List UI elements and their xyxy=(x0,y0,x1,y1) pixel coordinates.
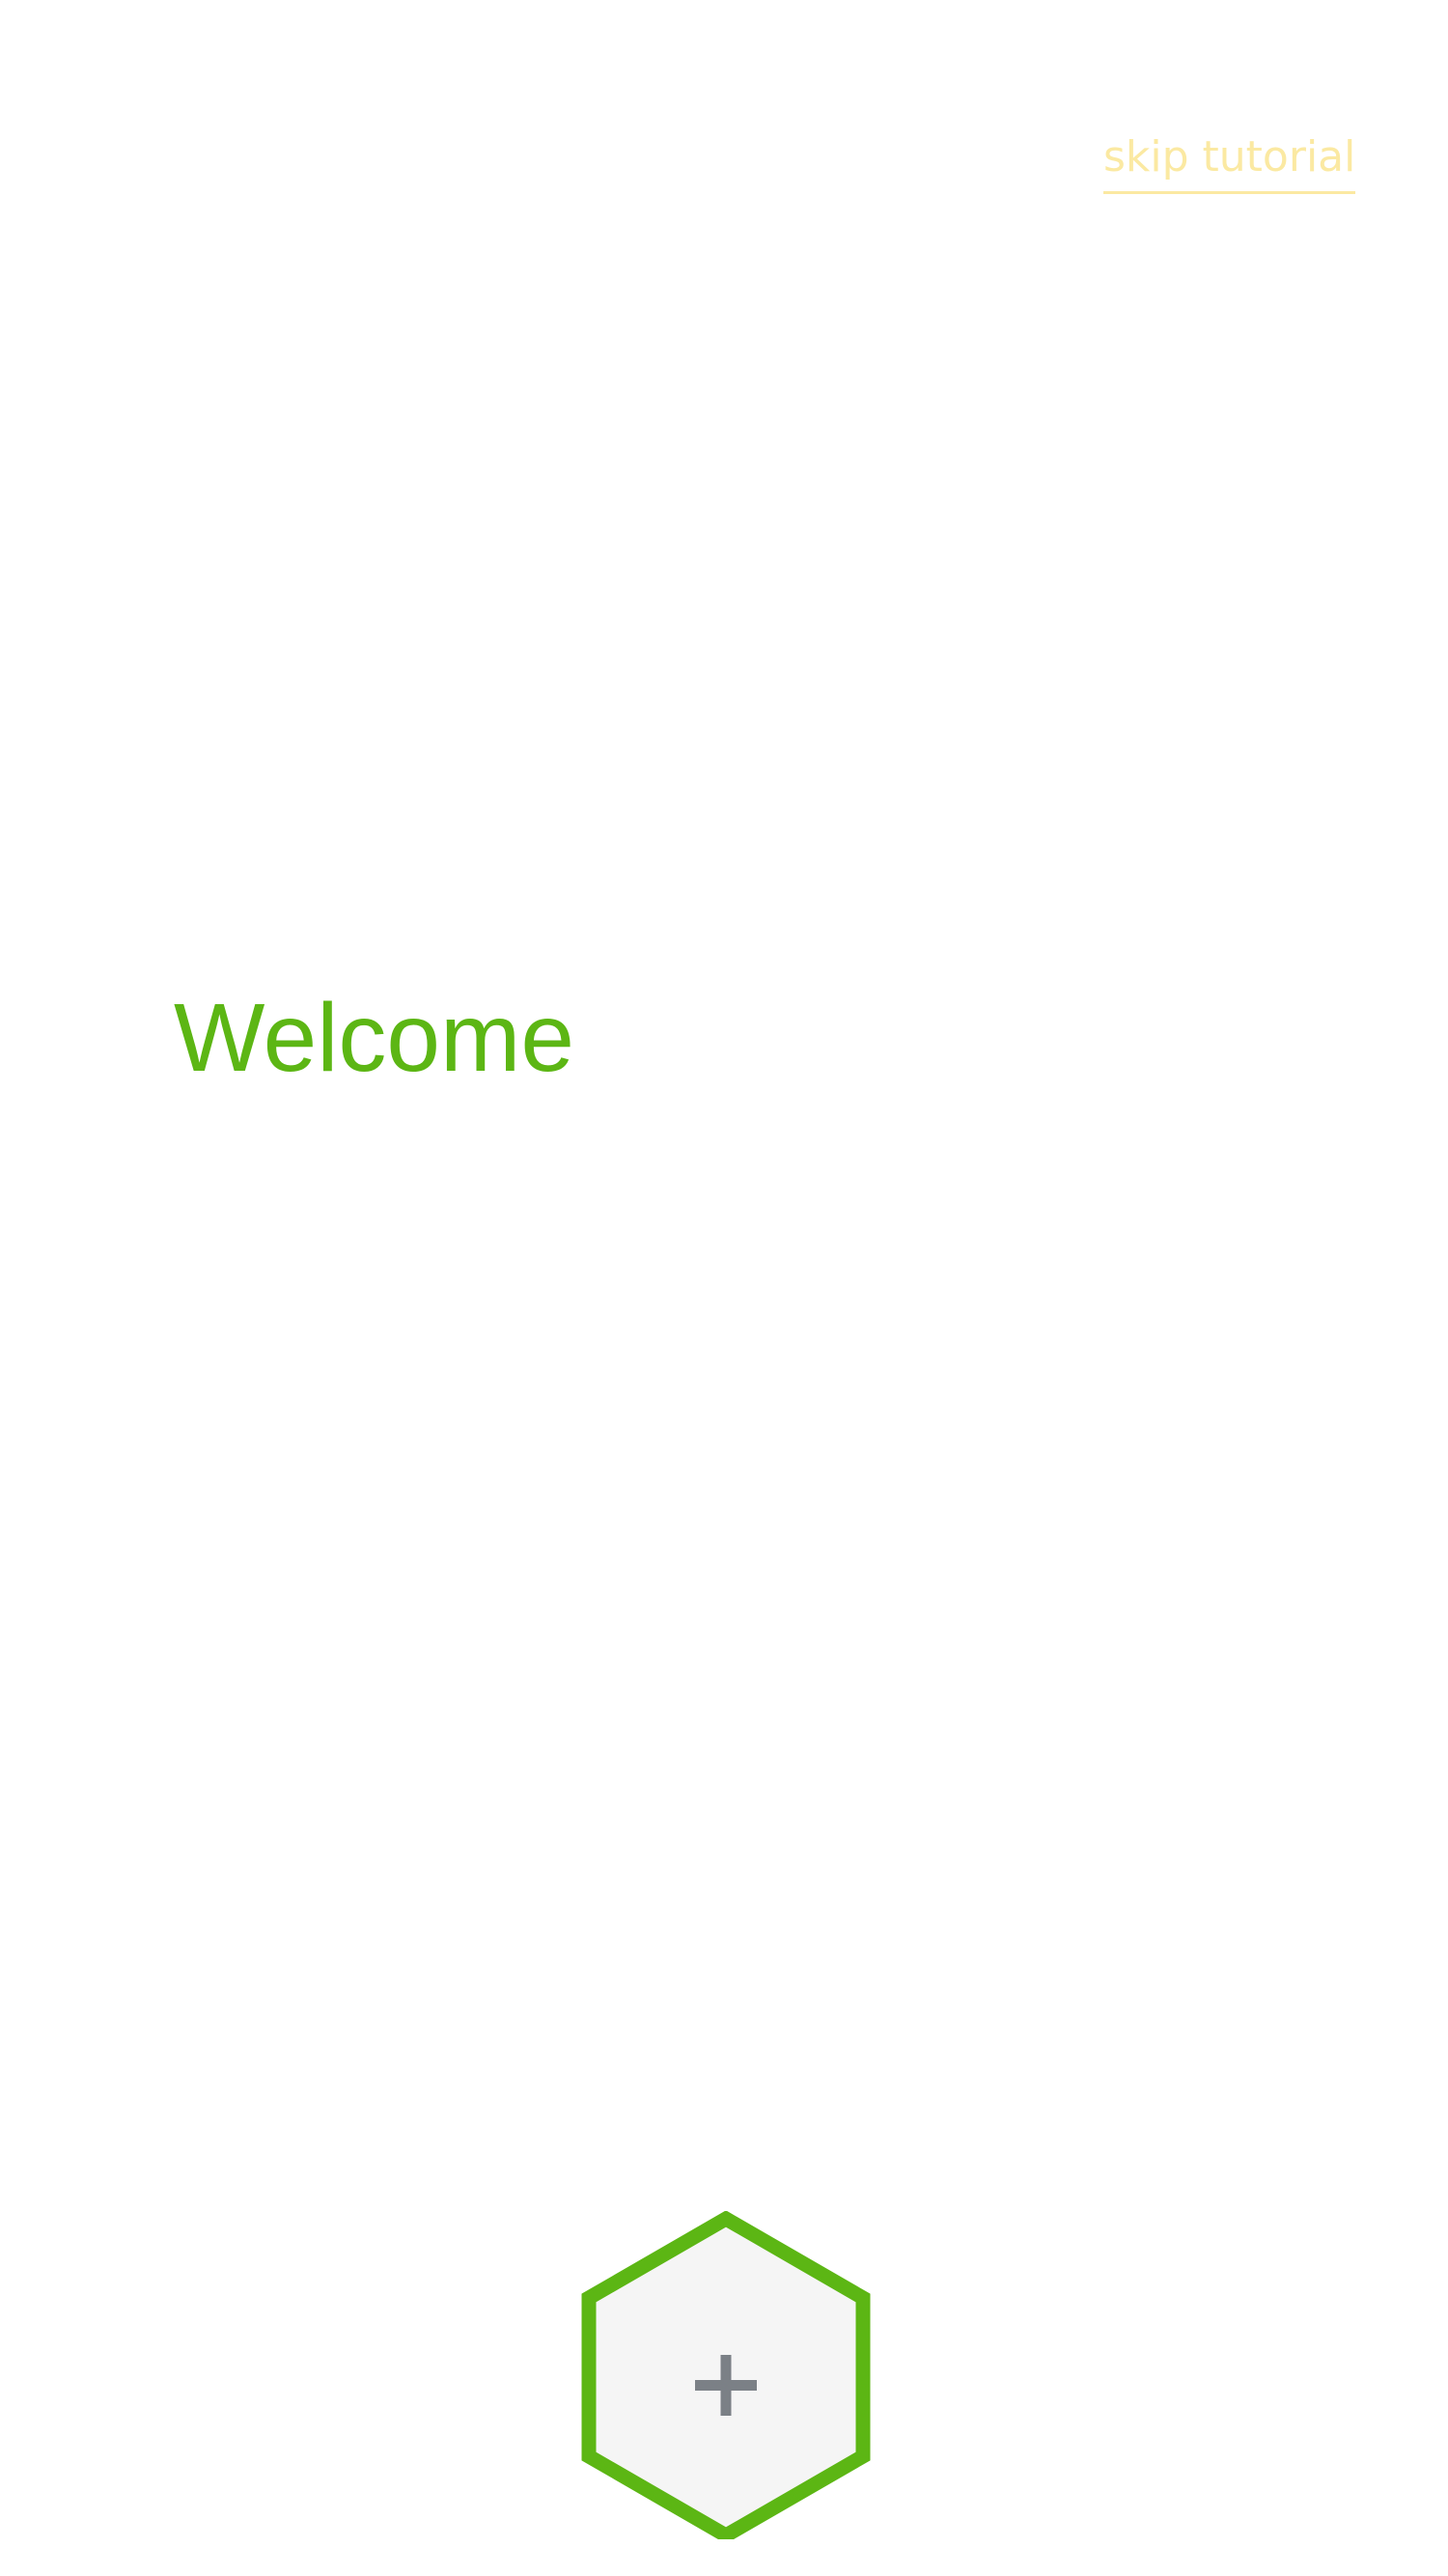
hexagon-shape xyxy=(581,2211,871,2539)
skip-tutorial-link[interactable]: skip tutorial xyxy=(1103,124,1356,194)
add-hexagon-button[interactable] xyxy=(579,2211,873,2539)
welcome-title: Welcome xyxy=(174,984,574,1092)
tutorial-screen: skip tutorial Welcome xyxy=(0,0,1448,2576)
